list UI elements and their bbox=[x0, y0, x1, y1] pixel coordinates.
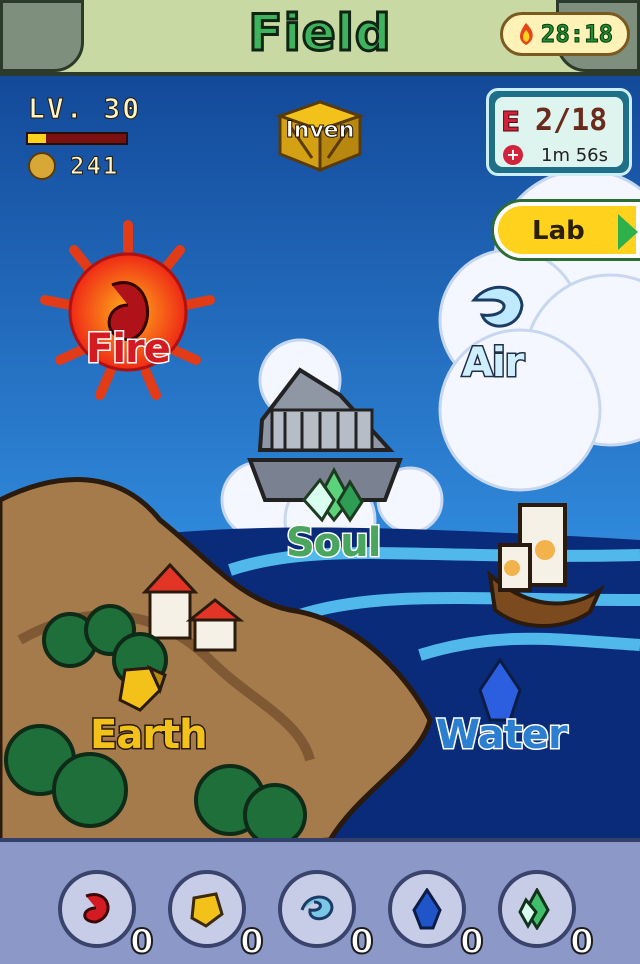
coin-count: 241 bbox=[69, 152, 120, 181]
earth-count: 0 bbox=[239, 921, 265, 963]
slot-air[interactable] bbox=[278, 870, 356, 948]
fire-element-icon bbox=[83, 893, 110, 924]
player-level: LV. 30 bbox=[27, 92, 142, 126]
xp-fill bbox=[28, 134, 46, 143]
lab-label: Lab bbox=[532, 216, 585, 246]
location-earth[interactable]: Earth bbox=[89, 711, 210, 760]
lab-button[interactable]: Lab bbox=[494, 202, 640, 258]
slot-water[interactable] bbox=[388, 870, 466, 948]
water-count: 0 bbox=[459, 921, 485, 963]
timer-text: 28:18 bbox=[540, 20, 614, 49]
location-fire[interactable]: Fire bbox=[85, 325, 173, 374]
energy-refill-plus-icon[interactable]: + bbox=[503, 145, 523, 165]
energy-refill-timer: 1m 56s bbox=[541, 145, 608, 166]
soul-count: 0 bbox=[569, 921, 595, 963]
fire-count: 0 bbox=[129, 921, 155, 963]
location-air[interactable]: Air bbox=[460, 339, 525, 388]
header-bar: Field 28:18 bbox=[0, 0, 640, 76]
energy-panel: E 2/18 + 1m 56s bbox=[486, 88, 632, 176]
location-soul[interactable]: Soul bbox=[284, 519, 383, 568]
air-element-icon bbox=[300, 895, 334, 921]
flame-icon bbox=[519, 23, 533, 45]
slot-fire[interactable] bbox=[58, 870, 136, 948]
arrow-right-icon bbox=[618, 214, 638, 250]
water-element-icon bbox=[412, 888, 442, 930]
soul-element-icon bbox=[518, 888, 550, 930]
energy-count: 2/18 bbox=[535, 103, 608, 138]
inventory-button[interactable]: Inven bbox=[268, 96, 372, 176]
location-water[interactable]: Water bbox=[435, 711, 570, 760]
event-timer: 28:18 bbox=[500, 12, 630, 56]
slot-soul[interactable] bbox=[498, 870, 576, 948]
slot-earth[interactable] bbox=[168, 870, 246, 948]
inventory-label: Inven bbox=[285, 118, 355, 144]
air-count: 0 bbox=[349, 921, 375, 963]
coin-icon bbox=[28, 152, 56, 180]
earth-element-icon bbox=[190, 892, 224, 928]
energy-icon: E bbox=[500, 105, 521, 139]
xp-bar bbox=[26, 132, 128, 145]
